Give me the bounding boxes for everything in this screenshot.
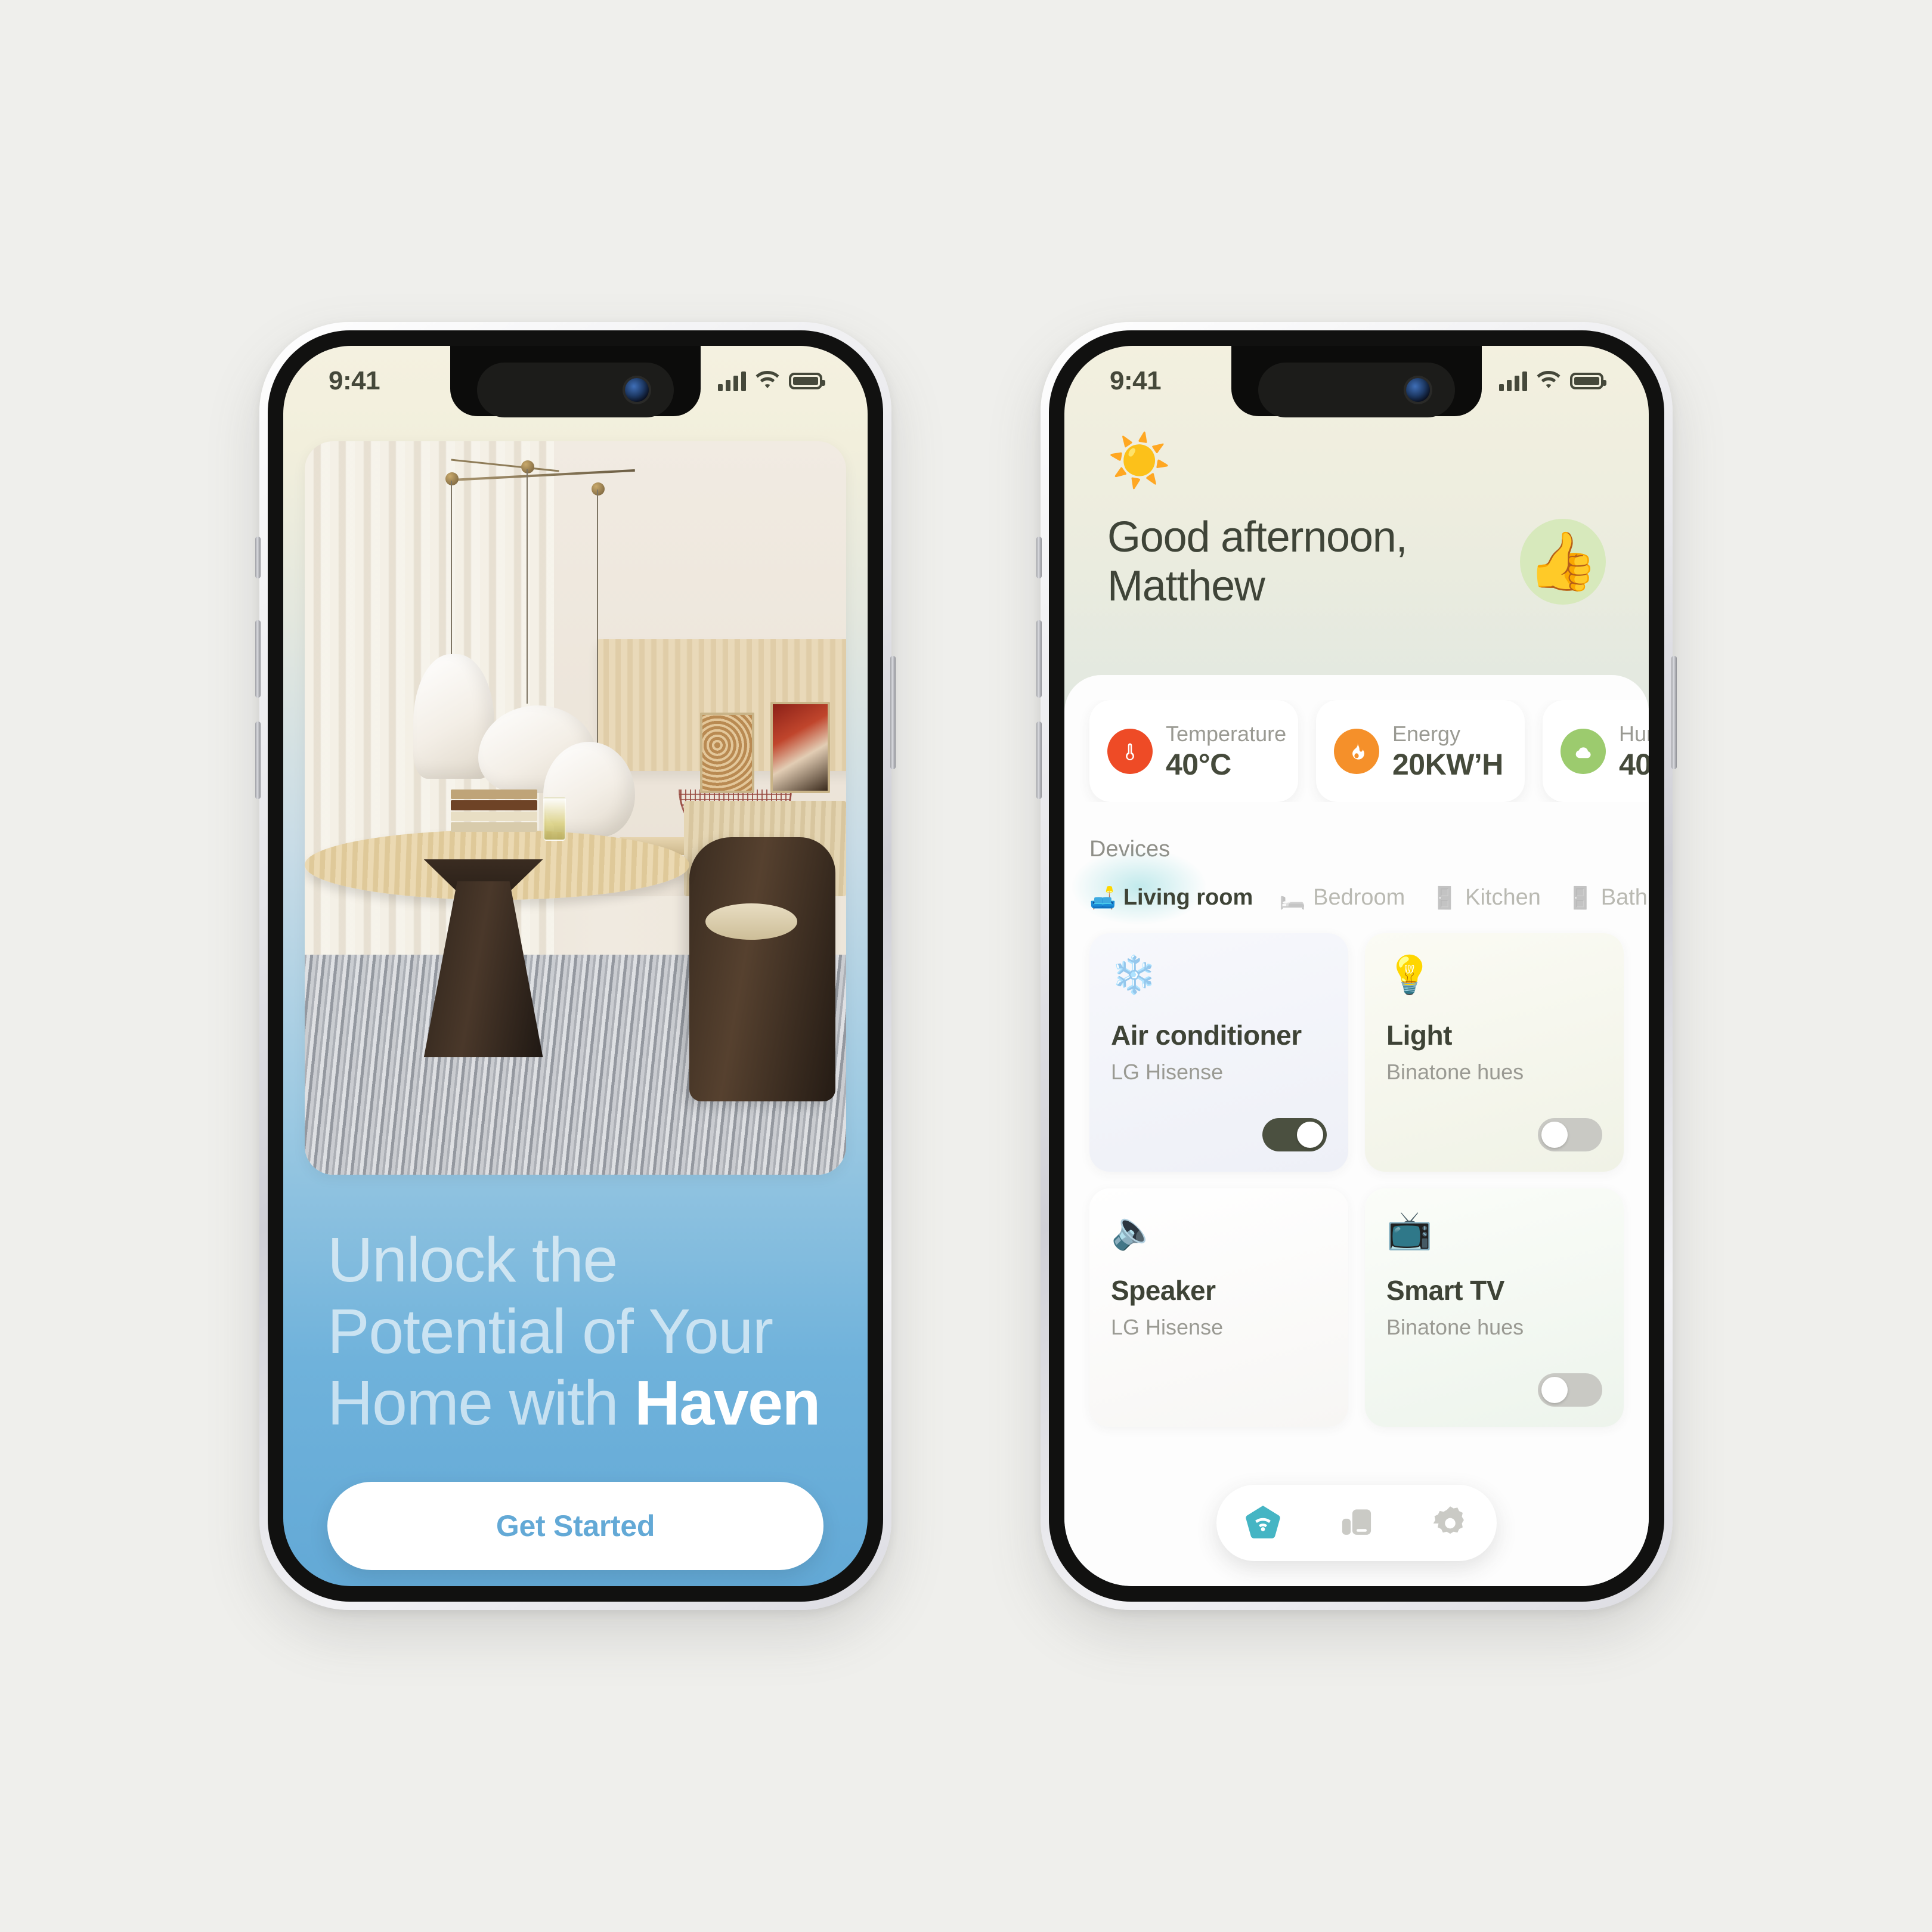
room-tab-kitchen[interactable]: 🚪 Kitchen bbox=[1431, 885, 1541, 911]
silent-switch[interactable] bbox=[1036, 537, 1042, 578]
page-title: Unlock the Potential of Your Home with H… bbox=[327, 1225, 823, 1439]
device-name: Light bbox=[1386, 1020, 1452, 1051]
devices-section-label: Devices bbox=[1089, 837, 1171, 862]
cellular-bars-icon bbox=[1499, 371, 1527, 391]
bottom-navigation-bar bbox=[1216, 1485, 1497, 1561]
room-tab-bathroom[interactable]: 🚪 Bathroom bbox=[1567, 885, 1649, 911]
room-tab-label: Kitchen bbox=[1465, 885, 1541, 910]
bed-icon: 🛏️ bbox=[1279, 885, 1306, 910]
home-dashboard-screen: 9:41 ☀️ Good afternoon, Matthew 👍 Temper… bbox=[1064, 346, 1649, 1586]
wifi-icon bbox=[756, 370, 779, 392]
speaker-icon: 🔈 bbox=[1111, 1210, 1157, 1251]
status-time: 9:41 bbox=[1110, 366, 1162, 395]
bathroom-icon: 🚪 bbox=[1566, 885, 1594, 910]
stats-scroller[interactable]: Temperature 40°C Energy 20KW’H Hu 40 bbox=[1064, 700, 1649, 802]
device-card-speaker[interactable]: 🔈 Speaker LG Hisense bbox=[1089, 1188, 1348, 1427]
volume-up-button[interactable] bbox=[255, 620, 261, 698]
brand-name: Haven bbox=[634, 1367, 821, 1438]
device-grid: ❄️ Air conditioner LG Hisense 💡 Light Bi… bbox=[1064, 911, 1649, 1427]
greeting-row: Good afternoon, Matthew 👍 bbox=[1107, 513, 1606, 611]
room-tabs: 🛋️ Living room 🛏️ Bedroom 🚪 Kitchen 🚪 Ba… bbox=[1064, 848, 1649, 925]
kitchen-icon: 🚪 bbox=[1431, 885, 1459, 910]
device-name: Smart TV bbox=[1386, 1275, 1504, 1306]
cellular-bars-icon bbox=[718, 371, 746, 391]
dashboard-background: 9:41 ☀️ Good afternoon, Matthew 👍 Temper… bbox=[1064, 346, 1649, 1586]
device-card-light[interactable]: 💡 Light Binatone hues bbox=[1365, 933, 1624, 1172]
stat-label: Temperature bbox=[1166, 722, 1287, 746]
thermometer-icon bbox=[1107, 728, 1153, 774]
room-tab-living-room[interactable]: 🛋️ Living room bbox=[1089, 885, 1253, 911]
stat-label: Humidity bbox=[1619, 722, 1649, 746]
room-tab-label: Bedroom bbox=[1313, 885, 1405, 910]
status-bar: 9:41 bbox=[283, 346, 868, 416]
device-brand: LG Hisense bbox=[1111, 1060, 1224, 1084]
hero-image bbox=[305, 441, 846, 1175]
device-brand: LG Hisense bbox=[1111, 1315, 1224, 1339]
stat-label: Energy bbox=[1392, 722, 1461, 746]
device-brand: Binatone hues bbox=[1386, 1060, 1524, 1084]
status-bar: 9:41 bbox=[1064, 346, 1649, 416]
room-tab-label: Bathroom bbox=[1600, 885, 1649, 910]
wifi-icon bbox=[1537, 370, 1561, 392]
device-toggle[interactable] bbox=[1262, 1118, 1327, 1151]
avatar[interactable]: 👍 bbox=[1520, 519, 1606, 605]
phone-mockup-right: 9:41 ☀️ Good afternoon, Matthew 👍 Temper… bbox=[1036, 322, 1677, 1610]
greeting-text: Good afternoon, Matthew bbox=[1107, 513, 1408, 610]
stat-value: 20KW’H bbox=[1392, 748, 1503, 781]
battery-icon bbox=[1570, 373, 1606, 389]
get-started-button[interactable]: Get Started bbox=[327, 1482, 823, 1571]
phone-bezel: 9:41 Unlock the Potential of Your Home w… bbox=[268, 330, 883, 1602]
device-name: Air conditioner bbox=[1111, 1020, 1302, 1051]
onboarding-copy: Unlock the Potential of Your Home with H… bbox=[283, 1175, 868, 1439]
power-button[interactable] bbox=[1671, 656, 1677, 769]
volume-up-button[interactable] bbox=[1036, 620, 1042, 698]
silent-switch[interactable] bbox=[255, 537, 261, 578]
dashboard-sheet: Temperature 40°C Energy 20KW’H Hu 40 Dev… bbox=[1064, 675, 1649, 1586]
humidity-drop-icon bbox=[1561, 728, 1606, 774]
stat-card-temperature[interactable]: Temperature 40°C bbox=[1089, 700, 1298, 802]
nav-devices-icon[interactable] bbox=[1333, 1500, 1380, 1546]
screenshot-canvas: 9:41 Unlock the Potential of Your Home w… bbox=[0, 0, 1932, 1932]
onboarding-background: 9:41 Unlock the Potential of Your Home w… bbox=[283, 346, 868, 1586]
stat-value: 40°C bbox=[1619, 748, 1649, 781]
stat-card-energy[interactable]: Energy 20KW’H bbox=[1316, 700, 1525, 802]
volume-down-button[interactable] bbox=[255, 722, 261, 799]
device-toggle[interactable] bbox=[1538, 1118, 1602, 1151]
sun-weather-icon: ☀️ bbox=[1107, 432, 1172, 490]
sofa-icon: 🛋️ bbox=[1089, 885, 1116, 910]
power-button[interactable] bbox=[890, 656, 896, 769]
phone-bezel: 9:41 ☀️ Good afternoon, Matthew 👍 Temper… bbox=[1049, 330, 1664, 1602]
battery-icon bbox=[789, 373, 825, 389]
device-toggle[interactable] bbox=[1538, 1373, 1602, 1407]
status-time: 9:41 bbox=[329, 366, 380, 395]
flame-icon bbox=[1334, 728, 1379, 774]
room-tab-bedroom[interactable]: 🛏️ Bedroom bbox=[1279, 885, 1405, 911]
status-icons bbox=[718, 370, 825, 392]
lightbulb-icon: 💡 bbox=[1386, 955, 1433, 996]
volume-down-button[interactable] bbox=[1036, 722, 1042, 799]
status-icons bbox=[1499, 370, 1606, 392]
stat-value: 40°C bbox=[1166, 748, 1231, 781]
snowflake-icon: ❄️ bbox=[1111, 955, 1157, 996]
room-tab-label: Living room bbox=[1123, 885, 1253, 910]
device-card-air-conditioner[interactable]: ❄️ Air conditioner LG Hisense bbox=[1089, 933, 1348, 1172]
phone-mockup-left: 9:41 Unlock the Potential of Your Home w… bbox=[255, 322, 896, 1610]
onboarding-screen: 9:41 Unlock the Potential of Your Home w… bbox=[283, 346, 868, 1586]
television-icon: 📺 bbox=[1386, 1210, 1433, 1251]
stat-card-humidity[interactable]: Humidity 40°C bbox=[1543, 700, 1649, 802]
device-brand: Binatone hues bbox=[1386, 1315, 1524, 1339]
nav-settings-gear-icon[interactable] bbox=[1427, 1500, 1473, 1546]
device-card-smart-tv[interactable]: 📺 Smart TV Binatone hues bbox=[1365, 1188, 1624, 1427]
nav-home-wifi-icon[interactable] bbox=[1240, 1500, 1286, 1546]
device-name: Speaker bbox=[1111, 1275, 1216, 1306]
